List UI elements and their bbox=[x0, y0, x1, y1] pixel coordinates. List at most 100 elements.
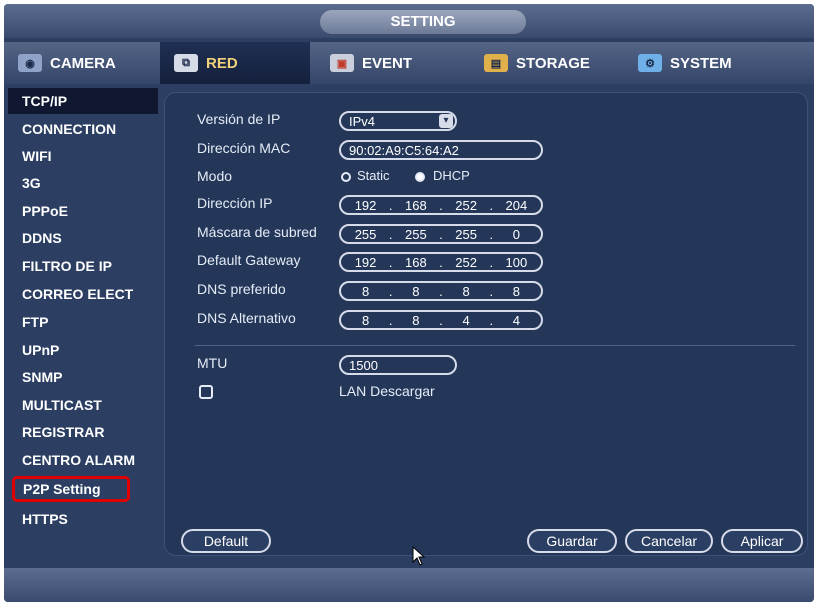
dot: . bbox=[388, 254, 393, 270]
ip-octet: 168 bbox=[404, 254, 427, 270]
subnet-label: Máscara de subred bbox=[197, 224, 317, 240]
lan-download-label: LAN Descargar bbox=[339, 383, 435, 399]
dns-alternate-field[interactable]: 8. 8. 4. 4 bbox=[339, 310, 543, 330]
radio-static[interactable] bbox=[341, 172, 351, 182]
window-title: SETTING bbox=[320, 10, 526, 34]
dot: . bbox=[439, 254, 443, 270]
dot: . bbox=[388, 283, 393, 299]
apply-button[interactable]: Aplicar bbox=[721, 529, 803, 553]
subnet-field[interactable]: 255. 255. 255. 0 bbox=[339, 224, 543, 244]
mode-label: Modo bbox=[197, 168, 233, 184]
dot: . bbox=[439, 312, 443, 328]
sidebar-item-wifi[interactable]: WIFI bbox=[8, 143, 158, 169]
sidebar-item-pppoe[interactable]: PPPoE bbox=[8, 198, 158, 224]
save-button[interactable]: Guardar bbox=[527, 529, 617, 553]
tab-system[interactable]: ⚙ SYSTEM bbox=[624, 42, 794, 84]
ip-octet: 100 bbox=[505, 254, 528, 270]
dns-primary-field[interactable]: 8. 8. 8. 8 bbox=[339, 281, 543, 301]
cancel-button[interactable]: Cancelar bbox=[625, 529, 713, 553]
sidebar-item-connection[interactable]: CONNECTION bbox=[8, 116, 158, 142]
sidebar-item-https[interactable]: HTTPS bbox=[8, 506, 158, 532]
gateway-label: Default Gateway bbox=[197, 252, 301, 268]
dot: . bbox=[388, 197, 393, 213]
sidebar-item-registrar[interactable]: REGISTRAR bbox=[8, 419, 158, 445]
system-icon: ⚙ bbox=[638, 54, 662, 72]
ip-octet: 204 bbox=[505, 197, 528, 213]
dot: . bbox=[489, 312, 494, 328]
dot: . bbox=[439, 226, 443, 242]
ip-version-value: IPv4 bbox=[349, 113, 376, 129]
ip-octet: 255 bbox=[354, 226, 377, 242]
sidebar-item-tcpip[interactable]: TCP/IP bbox=[8, 88, 158, 114]
ip-octet: 4 bbox=[462, 312, 470, 328]
ip-octet: 4 bbox=[512, 312, 521, 328]
ip-octet: 252 bbox=[455, 197, 477, 213]
ip-octet: 192 bbox=[354, 197, 377, 213]
sidebar-item-ip-filter[interactable]: FILTRO DE IP bbox=[8, 253, 158, 279]
ip-octet: 0 bbox=[512, 226, 521, 242]
dot: . bbox=[489, 226, 494, 242]
dot: . bbox=[388, 226, 393, 242]
sidebar-item-snmp[interactable]: SNMP bbox=[8, 364, 158, 390]
tab-event[interactable]: ▣ EVENT bbox=[316, 42, 466, 84]
dhcp-label: DHCP bbox=[433, 168, 470, 183]
main-tab-bar: ◉ CAMERA ⧉ RED ▣ EVENT ▤ STORAGE ⚙ SYSTE… bbox=[4, 42, 814, 84]
ip-version-label: Versión de IP bbox=[197, 111, 281, 127]
network-icon: ⧉ bbox=[174, 54, 198, 72]
ip-octet: 8 bbox=[361, 283, 370, 299]
sidebar-item-p2p-setting[interactable]: P2P Setting bbox=[12, 476, 130, 502]
ip-address-label: Dirección IP bbox=[197, 195, 273, 211]
sidebar-item-3g[interactable]: 3G bbox=[8, 170, 158, 196]
ip-octet: 168 bbox=[404, 197, 427, 213]
dot: . bbox=[489, 254, 494, 270]
ip-octet: 8 bbox=[361, 312, 370, 328]
tab-label: CAMERA bbox=[50, 54, 116, 72]
mtu-field[interactable]: 1500 bbox=[339, 355, 457, 375]
section-divider bbox=[195, 345, 795, 346]
radio-dhcp[interactable] bbox=[415, 172, 425, 182]
dns-primary-label: DNS preferido bbox=[197, 281, 286, 297]
ip-octet: 252 bbox=[455, 254, 477, 270]
ip-octet: 192 bbox=[354, 254, 377, 270]
ip-octet: 255 bbox=[455, 226, 477, 242]
dot: . bbox=[489, 197, 494, 213]
tcpip-settings-panel: Versión de IP IPv4 ▾ Dirección MAC 90:02… bbox=[164, 92, 808, 556]
sidebar-item-email[interactable]: CORREO ELECT bbox=[8, 281, 158, 307]
dot: . bbox=[388, 312, 393, 328]
mouse-cursor-icon bbox=[412, 546, 426, 566]
tab-label: RED bbox=[206, 54, 238, 72]
dot: . bbox=[439, 283, 443, 299]
dot: . bbox=[489, 283, 494, 299]
ip-octet: 8 bbox=[412, 312, 420, 328]
lan-download-checkbox[interactable] bbox=[199, 385, 213, 399]
ip-version-select[interactable]: IPv4 ▾ bbox=[339, 111, 457, 131]
chevron-down-icon: ▾ bbox=[439, 114, 453, 128]
tab-label: SYSTEM bbox=[670, 54, 732, 72]
static-label: Static bbox=[357, 168, 390, 183]
storage-icon: ▤ bbox=[484, 54, 508, 72]
sidebar-item-ftp[interactable]: FTP bbox=[8, 309, 158, 335]
event-icon: ▣ bbox=[330, 54, 354, 72]
default-button[interactable]: Default bbox=[181, 529, 271, 553]
tab-label: EVENT bbox=[362, 54, 413, 72]
bottom-bar bbox=[4, 568, 814, 602]
dot: . bbox=[439, 197, 443, 213]
ip-octet: 8 bbox=[412, 283, 420, 299]
title-bar: SETTING bbox=[4, 4, 814, 38]
dns-alternate-label: DNS Alternativo bbox=[197, 310, 296, 326]
camera-icon: ◉ bbox=[18, 54, 42, 72]
sidebar: TCP/IP CONNECTION WIFI 3G PPPoE DDNS FIL… bbox=[8, 88, 160, 558]
sidebar-item-ddns[interactable]: DDNS bbox=[8, 225, 158, 251]
mac-label: Dirección MAC bbox=[197, 140, 291, 156]
ip-address-field[interactable]: 192. 168. 252. 204 bbox=[339, 195, 543, 215]
tab-label: STORAGE bbox=[516, 54, 590, 72]
tab-camera[interactable]: ◉ CAMERA bbox=[4, 42, 156, 84]
mtu-label: MTU bbox=[197, 355, 228, 371]
ip-octet: 8 bbox=[512, 283, 521, 299]
sidebar-item-alarm-center[interactable]: CENTRO ALARM bbox=[8, 447, 158, 473]
gateway-field[interactable]: 192. 168. 252. 100 bbox=[339, 252, 543, 272]
sidebar-item-upnp[interactable]: UPnP bbox=[8, 337, 158, 363]
sidebar-item-multicast[interactable]: MULTICAST bbox=[8, 392, 158, 418]
tab-storage[interactable]: ▤ STORAGE bbox=[470, 42, 620, 84]
tab-red[interactable]: ⧉ RED bbox=[160, 42, 310, 84]
